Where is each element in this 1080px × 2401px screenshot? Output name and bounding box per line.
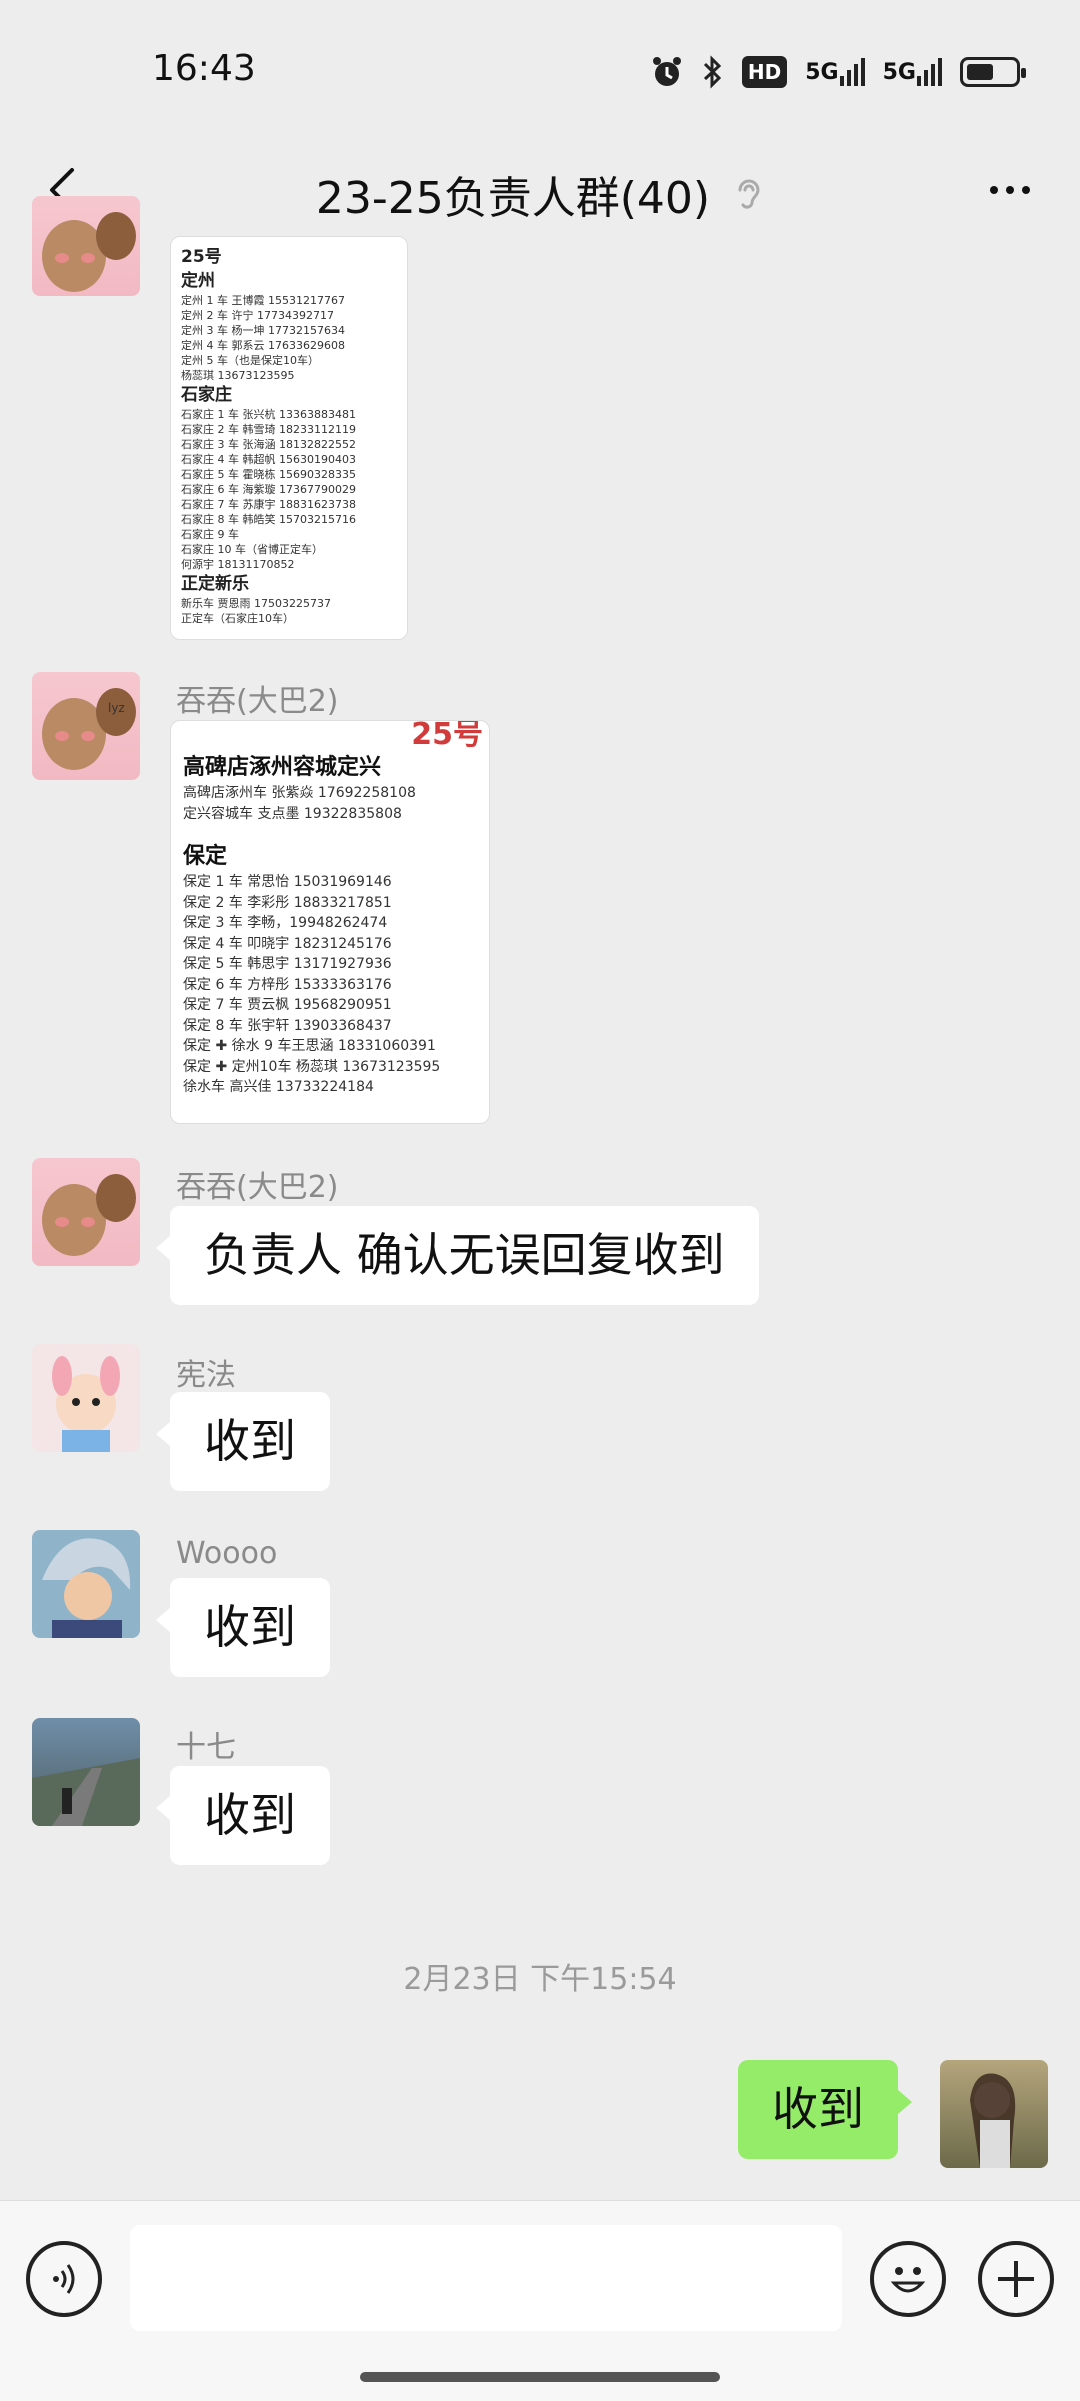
sender-name: 吞吞(大巴2) — [176, 684, 339, 719]
message-timestamp: 2月23日 下午15:54 — [403, 1962, 677, 1997]
card-line: 保定 1 车 常思怡 15031969146 — [183, 874, 392, 890]
card-line: 石家庄 10 车（省博正定车） — [181, 543, 323, 556]
message-bubble[interactable]: 收到 — [156, 1766, 330, 1866]
voice-icon — [53, 2264, 75, 2294]
card-section-shijiazhuang: 石家庄 — [181, 385, 232, 405]
message-input[interactable] — [130, 2225, 842, 2331]
card-line: 定州 2 车 许宁 17734392717 — [181, 309, 334, 322]
card-line: 何源宇 18131170852 — [181, 558, 295, 571]
card-date: 25号 — [181, 247, 222, 267]
card-line: 石家庄 5 车 霍晓栋 15690328335 — [181, 468, 356, 481]
avatar-me[interactable] — [940, 2060, 1048, 2168]
card-line: 保定 2 车 李彩彤 18833217851 — [183, 894, 392, 911]
avatar-shiqi[interactable] — [32, 1718, 140, 1826]
card-line: 石家庄 4 车 韩超帆 15630190403 — [181, 453, 356, 466]
avatar-woooo[interactable] — [32, 1530, 140, 1638]
card-line: 杨蕊琪 13673123595 — [181, 369, 295, 382]
message-bubble[interactable]: 负责人 确认无误回复收到 — [156, 1206, 759, 1306]
card-line: 定州 4 车 郭系云 17633629608 — [181, 339, 345, 352]
avatar-xianfa[interactable] — [32, 1344, 140, 1452]
card-line: 高碑店涿州车 张紫焱 17692258108 — [183, 785, 416, 801]
emoji-icon — [890, 2267, 926, 2293]
card-section-baoding: 保定 — [183, 844, 228, 869]
card-line: 徐水车 高兴佳 13733224184 — [183, 1079, 374, 1095]
card-line: 正定车（石家庄10车） — [181, 612, 294, 625]
card-line: 保定 8 车 张宇轩 13903368437 — [183, 1017, 392, 1034]
card-line: 保定 ✚ 徐水 9 车王思涵 18331060391 — [183, 1038, 436, 1054]
alarm-icon — [650, 55, 684, 89]
card-section-zhengding: 正定新乐 — [181, 574, 249, 594]
status-time: 16:43 — [152, 48, 256, 89]
avatar-tuntun[interactable] — [32, 196, 140, 296]
home-indicator[interactable] — [360, 2372, 720, 2382]
my-message-bubble[interactable]: 收到 — [738, 2060, 912, 2160]
card-line: 石家庄 9 车 — [181, 528, 239, 541]
card-line: 定兴容城车 支点墨 19322835808 — [183, 805, 402, 822]
card-section-gaobeidian: 高碑店涿州容城定兴 — [183, 755, 382, 780]
card-line: 定州 1 车 王博霞 15531217767 — [181, 294, 345, 307]
dot-icon — [1006, 186, 1014, 194]
card-line: 定州 3 车 杨一坤 17732157634 — [181, 324, 345, 337]
signal-5g-icon: 5G — [805, 58, 865, 86]
sender-name: Woooo — [176, 1536, 278, 1571]
hd-voice-icon: HD — [741, 56, 788, 88]
input-bar — [0, 2200, 1080, 2401]
card-line: 保定 4 车 叩晓宇 18231245176 — [183, 935, 392, 952]
voice-input-button[interactable] — [26, 2241, 102, 2317]
card-date: 25号 — [411, 720, 483, 752]
card-line: 石家庄 3 车 张海涵 18132822552 — [181, 438, 356, 451]
image-card-schedule-2[interactable]: 25号 高碑店涿州容城定兴 高碑店涿州车 张紫焱 17692258108 定兴容… — [170, 720, 490, 1124]
earpiece-mode-icon — [738, 179, 760, 209]
avatar-tuntun[interactable]: lyz — [32, 672, 140, 780]
chat-header: 23-25负责人群(40) — [0, 140, 1080, 240]
card-line: 石家庄 1 车 张兴杭 13363883481 — [181, 408, 356, 421]
plus-icon — [998, 2261, 1034, 2297]
image-card-schedule-1[interactable]: 25号 定州 定州 1 车 王博霞 15531217767 定州 2 车 许宁 … — [170, 236, 408, 640]
dot-icon — [990, 186, 998, 194]
card-line: 石家庄 7 车 苏康宇 18831623738 — [181, 498, 356, 511]
emoji-button[interactable] — [870, 2241, 946, 2317]
message-bubble[interactable]: 收到 — [156, 1392, 330, 1492]
avatar-tuntun[interactable] — [32, 1158, 140, 1266]
status-icons: HD 5G 5G — [650, 50, 1026, 94]
chat-title: 23-25负责人群(40) — [315, 173, 711, 224]
sender-name: 吞吞(大巴2) — [176, 1170, 339, 1205]
more-options-button[interactable] — [980, 168, 1040, 212]
card-line: 保定 7 车 贾云枫 19568290951 — [183, 997, 392, 1013]
card-line: 保定 ✚ 定州10车 杨蕊琪 13673123595 — [183, 1058, 441, 1075]
network-type-1: 5G — [805, 59, 839, 85]
bluetooth-icon — [702, 55, 724, 89]
card-line: 石家庄 2 车 韩雪琦 18233112119 — [181, 423, 356, 436]
message-bubble[interactable]: 收到 — [156, 1578, 330, 1678]
svg-text:lyz: lyz — [108, 701, 125, 715]
status-bar: 16:43 HD 5G 5G — [0, 0, 1080, 140]
card-line: 保定 5 车 韩思宇 13171927936 — [183, 956, 392, 972]
card-line: 保定 6 车 方梓彤 15333363176 — [183, 976, 392, 993]
card-line: 定州 5 车（也是保定10车） — [181, 354, 319, 367]
card-line: 石家庄 6 车 海紫璇 17367790029 — [181, 483, 356, 496]
card-line: 石家庄 8 车 韩皓笑 15703215716 — [181, 513, 356, 526]
sender-name: 宪法 — [176, 1358, 236, 1393]
battery-icon — [960, 57, 1026, 87]
network-type-2: 5G — [882, 59, 916, 85]
card-section-dingzhou: 定州 — [181, 271, 215, 291]
signal-5g-icon-2: 5G — [883, 58, 942, 86]
card-line: 保定 3 车 李畅，19948262474 — [183, 915, 388, 931]
dot-icon — [1022, 186, 1030, 194]
more-functions-button[interactable] — [978, 2241, 1054, 2317]
card-line: 新乐车 贾恩雨 17503225737 — [181, 597, 331, 610]
sender-name: 十七 — [176, 1730, 236, 1765]
